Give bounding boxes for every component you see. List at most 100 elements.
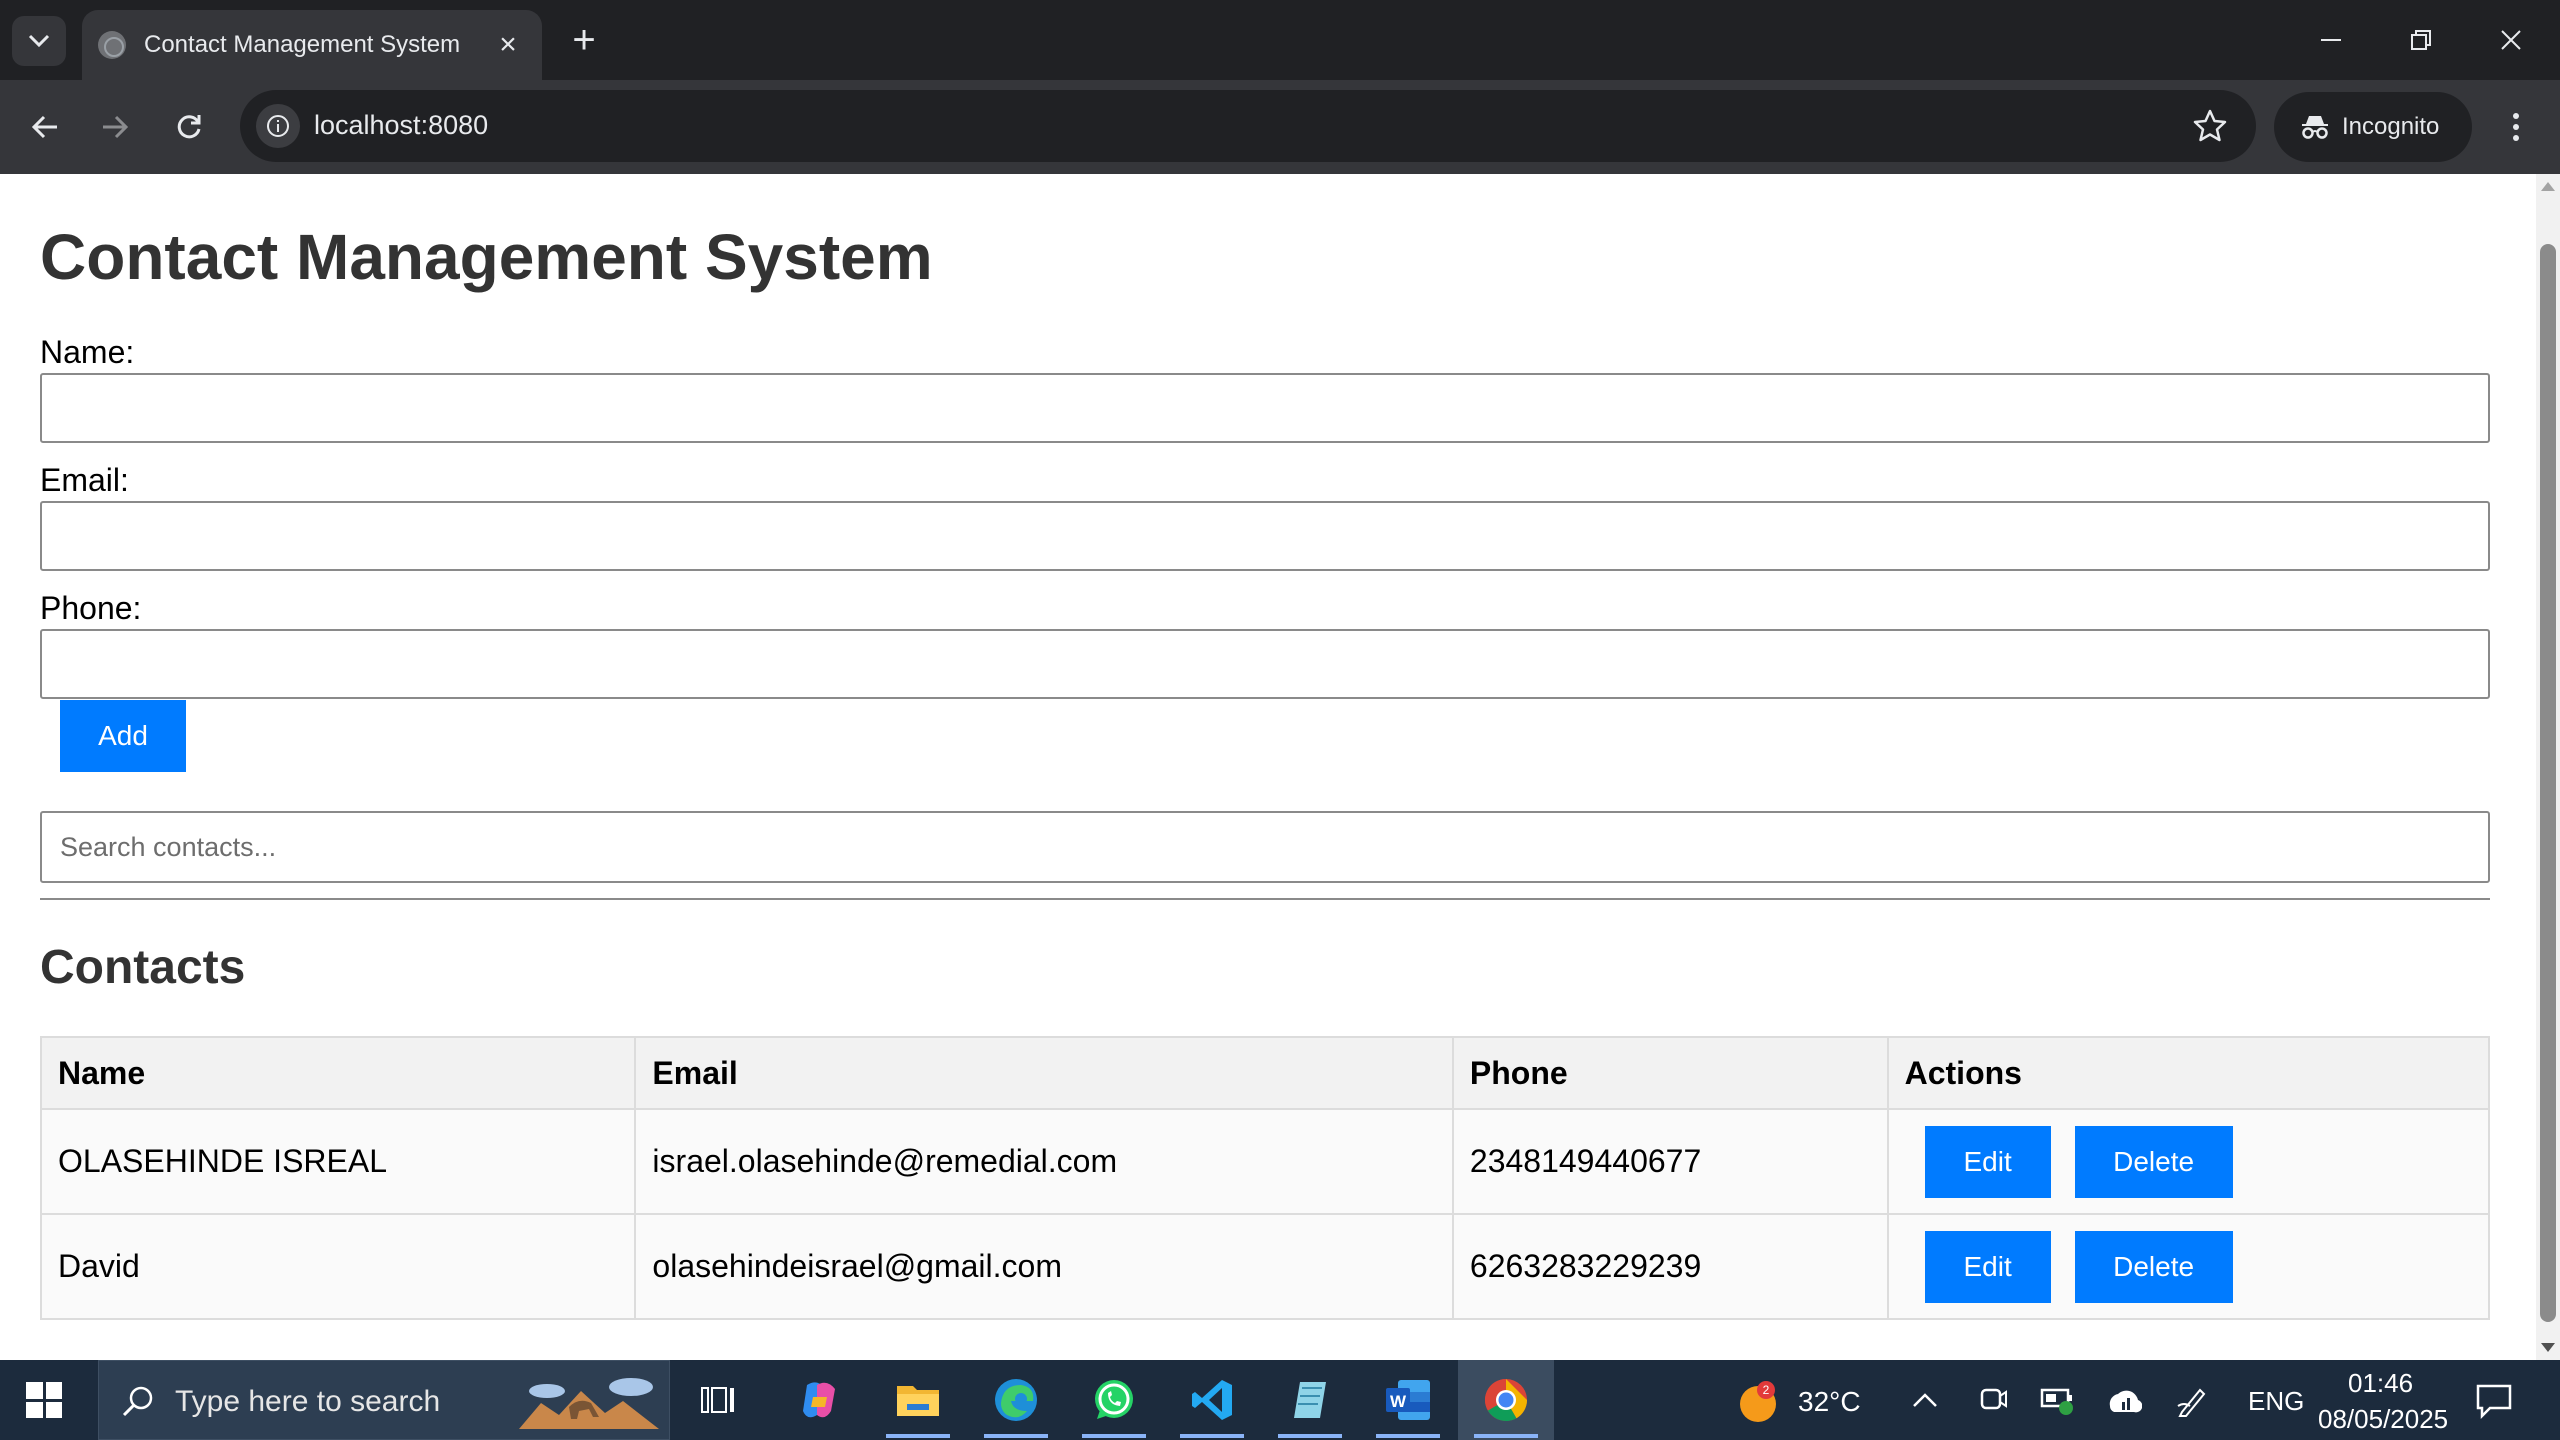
copilot-icon xyxy=(803,1382,835,1418)
windows-start-icon[interactable] xyxy=(26,1382,62,1418)
table-row: OLASEHINDE ISREAL israel.olasehinde@reme… xyxy=(39,1108,2491,1215)
sun-icon: 2 xyxy=(1740,1381,1776,1422)
table-row: David olasehindeisrael@gmail.com 6263283… xyxy=(39,1213,2491,1320)
forward-button[interactable] xyxy=(90,102,140,152)
back-button[interactable] xyxy=(20,102,70,152)
reload-button[interactable] xyxy=(164,102,214,152)
browser-tab[interactable]: Contact Management System × xyxy=(82,10,542,80)
tab-search-button[interactable] xyxy=(12,16,66,66)
email-input[interactable] xyxy=(40,501,2490,571)
arrow-left-icon xyxy=(31,115,57,139)
delete-button[interactable]: Delete xyxy=(2074,1125,2233,1198)
notification-icon xyxy=(2476,1384,2512,1420)
site-info-icon[interactable] xyxy=(256,104,300,148)
tab-title: Contact Management System xyxy=(144,31,461,58)
edit-button[interactable]: Edit xyxy=(1924,1125,2051,1198)
weather-badge-count: 2 xyxy=(1763,1383,1770,1397)
task-view-button[interactable] xyxy=(670,1360,766,1440)
bookmark-star-icon[interactable] xyxy=(2190,106,2230,146)
notepad-app[interactable] xyxy=(1262,1360,1358,1440)
scroll-up-arrow-icon[interactable] xyxy=(2541,182,2555,191)
contact-actions-cell: Edit Delete xyxy=(1886,1213,2491,1320)
whatsapp-app[interactable] xyxy=(1066,1360,1162,1440)
address-bar[interactable]: localhost:8080 xyxy=(240,90,2256,162)
chevron-down-icon xyxy=(28,34,50,48)
notepad-icon xyxy=(1294,1382,1326,1418)
page-title: Contact Management System xyxy=(40,221,933,293)
column-header-actions: Actions xyxy=(1886,1036,2491,1110)
weather-widget[interactable]: 2 32°C xyxy=(1736,1378,1876,1424)
clock-date[interactable]: 08/05/2025 xyxy=(2318,1404,2448,1435)
close-window-button[interactable] xyxy=(2466,0,2556,80)
clock-time[interactable]: 01:46 xyxy=(2348,1368,2413,1399)
contact-name-cell: David xyxy=(39,1213,637,1320)
divider xyxy=(40,898,2490,900)
arrow-right-icon xyxy=(103,115,129,139)
vscode-icon xyxy=(1192,1380,1232,1420)
table-header-row: Name Email Phone Actions xyxy=(39,1036,2491,1110)
minimize-icon xyxy=(2321,39,2341,41)
incognito-label: Incognito xyxy=(2342,113,2440,140)
column-header-email: Email xyxy=(634,1036,1454,1110)
pen-icon[interactable] xyxy=(2176,1384,2210,1418)
contact-email-cell: israel.olasehinde@remedial.com xyxy=(634,1108,1454,1215)
word-icon: W xyxy=(1386,1380,1430,1420)
contact-actions-cell: Edit Delete xyxy=(1886,1108,2491,1215)
edge-icon xyxy=(995,1379,1037,1421)
contacts-heading: Contacts xyxy=(40,941,246,994)
copilot-app[interactable] xyxy=(772,1360,868,1440)
meet-now-icon[interactable] xyxy=(1976,1382,2010,1416)
show-hidden-icons-button[interactable] xyxy=(1910,1386,1940,1416)
browser-menu-button[interactable] xyxy=(2496,102,2536,152)
scroll-down-arrow-icon[interactable] xyxy=(2541,1343,2555,1352)
contact-email-cell: olasehindeisrael@gmail.com xyxy=(634,1213,1454,1320)
incognito-icon xyxy=(2302,116,2328,139)
email-label: Email: xyxy=(40,462,129,498)
notifications-button[interactable] xyxy=(2474,1382,2514,1420)
browser-toolbar: localhost:8080 Incognito xyxy=(0,80,2560,174)
search-input[interactable] xyxy=(40,811,2490,883)
weather-temperature: 32°C xyxy=(1798,1386,1861,1417)
new-tab-button[interactable]: + xyxy=(562,18,606,62)
restore-icon xyxy=(2411,30,2431,50)
more-vert-icon xyxy=(2513,113,2519,141)
vscode-app[interactable] xyxy=(1164,1360,1260,1440)
scroll-thumb[interactable] xyxy=(2540,244,2556,1322)
word-app[interactable]: W xyxy=(1360,1360,1456,1440)
chrome-icon xyxy=(1484,1379,1527,1422)
edit-button[interactable]: Edit xyxy=(1924,1230,2051,1303)
chevron-up-icon xyxy=(1913,1393,1937,1407)
battery-icon[interactable] xyxy=(2040,1384,2076,1416)
contact-name-cell: OLASEHINDE ISREAL xyxy=(39,1108,637,1215)
search-icon xyxy=(122,1386,153,1417)
edge-app[interactable] xyxy=(968,1360,1064,1440)
close-tab-icon[interactable]: × xyxy=(488,28,528,62)
incognito-badge[interactable]: Incognito xyxy=(2274,92,2472,162)
reload-icon xyxy=(177,115,201,139)
network-icon[interactable] xyxy=(2104,1384,2143,1416)
folder-icon xyxy=(897,1386,939,1416)
globe-icon xyxy=(98,31,126,59)
minimize-button[interactable] xyxy=(2286,0,2376,80)
phone-label: Phone: xyxy=(40,590,142,626)
close-icon xyxy=(2501,30,2521,50)
taskbar: Type here to search W 2 32°C ENG 01:46 0… xyxy=(0,1360,2560,1440)
column-header-name: Name xyxy=(39,1036,637,1110)
svg-text:W: W xyxy=(1390,1392,1407,1411)
page-scrollbar[interactable] xyxy=(2536,174,2560,1360)
column-header-phone: Phone xyxy=(1451,1036,1889,1110)
name-input[interactable] xyxy=(40,373,2490,443)
phone-input[interactable] xyxy=(40,629,2490,699)
file-explorer-app[interactable] xyxy=(870,1360,966,1440)
page-content: Contact Management System Name: Email: P… xyxy=(0,174,2536,1360)
taskbar-search-box[interactable]: Type here to search xyxy=(98,1360,670,1440)
restore-button[interactable] xyxy=(2376,0,2466,80)
taskbar-search-placeholder: Type here to search xyxy=(175,1385,441,1418)
add-button[interactable]: Add xyxy=(60,700,186,772)
delete-button[interactable]: Delete xyxy=(2074,1230,2233,1303)
url-text[interactable]: localhost:8080 xyxy=(314,110,488,141)
whatsapp-icon xyxy=(1095,1380,1133,1419)
language-indicator[interactable]: ENG xyxy=(2248,1386,2304,1417)
task-view-icon xyxy=(701,1387,734,1413)
chrome-app[interactable] xyxy=(1458,1360,1554,1440)
